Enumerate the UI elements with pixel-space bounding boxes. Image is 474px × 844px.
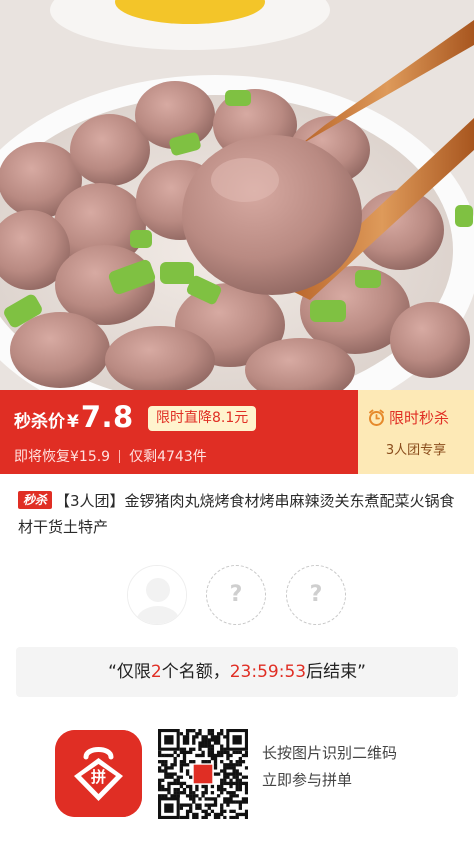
shopping-bag-icon: 拼 — [55, 730, 142, 817]
price-line: 秒杀价 ¥ 7.8 — [14, 400, 134, 434]
empty-member-slot: ? — [206, 565, 266, 625]
price-drop-tag: 限时直降8.1元 — [148, 406, 257, 431]
alarm-clock-icon — [368, 409, 385, 426]
flash-sale-label: 限时秒杀 — [389, 409, 450, 427]
remaining-slots-count: 2 — [150, 662, 162, 682]
notice-text-middle: 个名额， — [161, 662, 230, 682]
group-members: ? ? — [0, 565, 474, 627]
divider — [119, 449, 121, 463]
flash-sale-panel: 限时秒杀 3人团专享 — [358, 390, 474, 474]
notice-text-after: 后结束 — [306, 662, 358, 682]
flash-sale-label-row: 限时秒杀 — [368, 407, 449, 428]
restore-info: 即将恢复¥15.9 仅剩4743件 — [14, 446, 207, 466]
product-image — [0, 0, 474, 390]
close-quote: ” — [357, 662, 366, 682]
qr-code-icon — [158, 729, 249, 820]
notice-text-before: 仅限 — [116, 662, 151, 682]
qr-code[interactable] — [158, 729, 249, 820]
sale-price: 7.8 — [80, 400, 134, 434]
avatar — [127, 565, 187, 625]
qr-instruction-line2: 立即参与拼单 — [262, 771, 353, 789]
price-panel: 秒杀价 ¥ 7.8 限时直降8.1元 即将恢复¥15.9 仅剩4743件 — [0, 390, 358, 474]
qr-instructions: 长按图片识别二维码 立即参与拼单 — [262, 740, 397, 794]
group-exclusive-label: 3人团专享 — [385, 443, 447, 458]
flash-sale-badge: 秒杀 — [18, 491, 53, 509]
meatball-photo — [0, 0, 474, 390]
currency-symbol: ¥ — [67, 412, 79, 432]
restore-price-text: 即将恢复¥15.9 — [14, 449, 111, 465]
flash-sale-banner: 秒杀价 ¥ 7.8 限时直降8.1元 即将恢复¥15.9 仅剩4743件 限时秒… — [0, 390, 474, 474]
pinduoduo-logo: 拼 — [55, 730, 142, 817]
user-avatar-icon — [128, 566, 186, 624]
countdown-timer: 23:59:53 — [229, 662, 307, 682]
share-footer: 拼 长按图片识别二维码 立即参与拼单 — [0, 717, 474, 844]
qr-instruction-line1: 长按图片识别二维码 — [262, 744, 398, 762]
empty-member-slot: ? — [286, 565, 346, 625]
logo-text: 拼 — [91, 768, 106, 786]
product-title: 【3人团】金锣猪肉丸烧烤食材烤串麻辣烫关东煮配菜火锅食材干货土特产 — [18, 492, 455, 536]
open-quote: “ — [108, 662, 117, 682]
price-prefix-label: 秒杀价 — [14, 412, 65, 432]
stock-remaining-text: 仅剩4743件 — [129, 449, 207, 465]
quota-countdown-notice: “仅限2个名额，23:59:53后结束” — [16, 647, 458, 697]
product-title-block: 秒杀 【3人团】金锣猪肉丸烧烤食材烤串麻辣烫关东煮配菜火锅食材干货土特产 — [18, 488, 458, 540]
